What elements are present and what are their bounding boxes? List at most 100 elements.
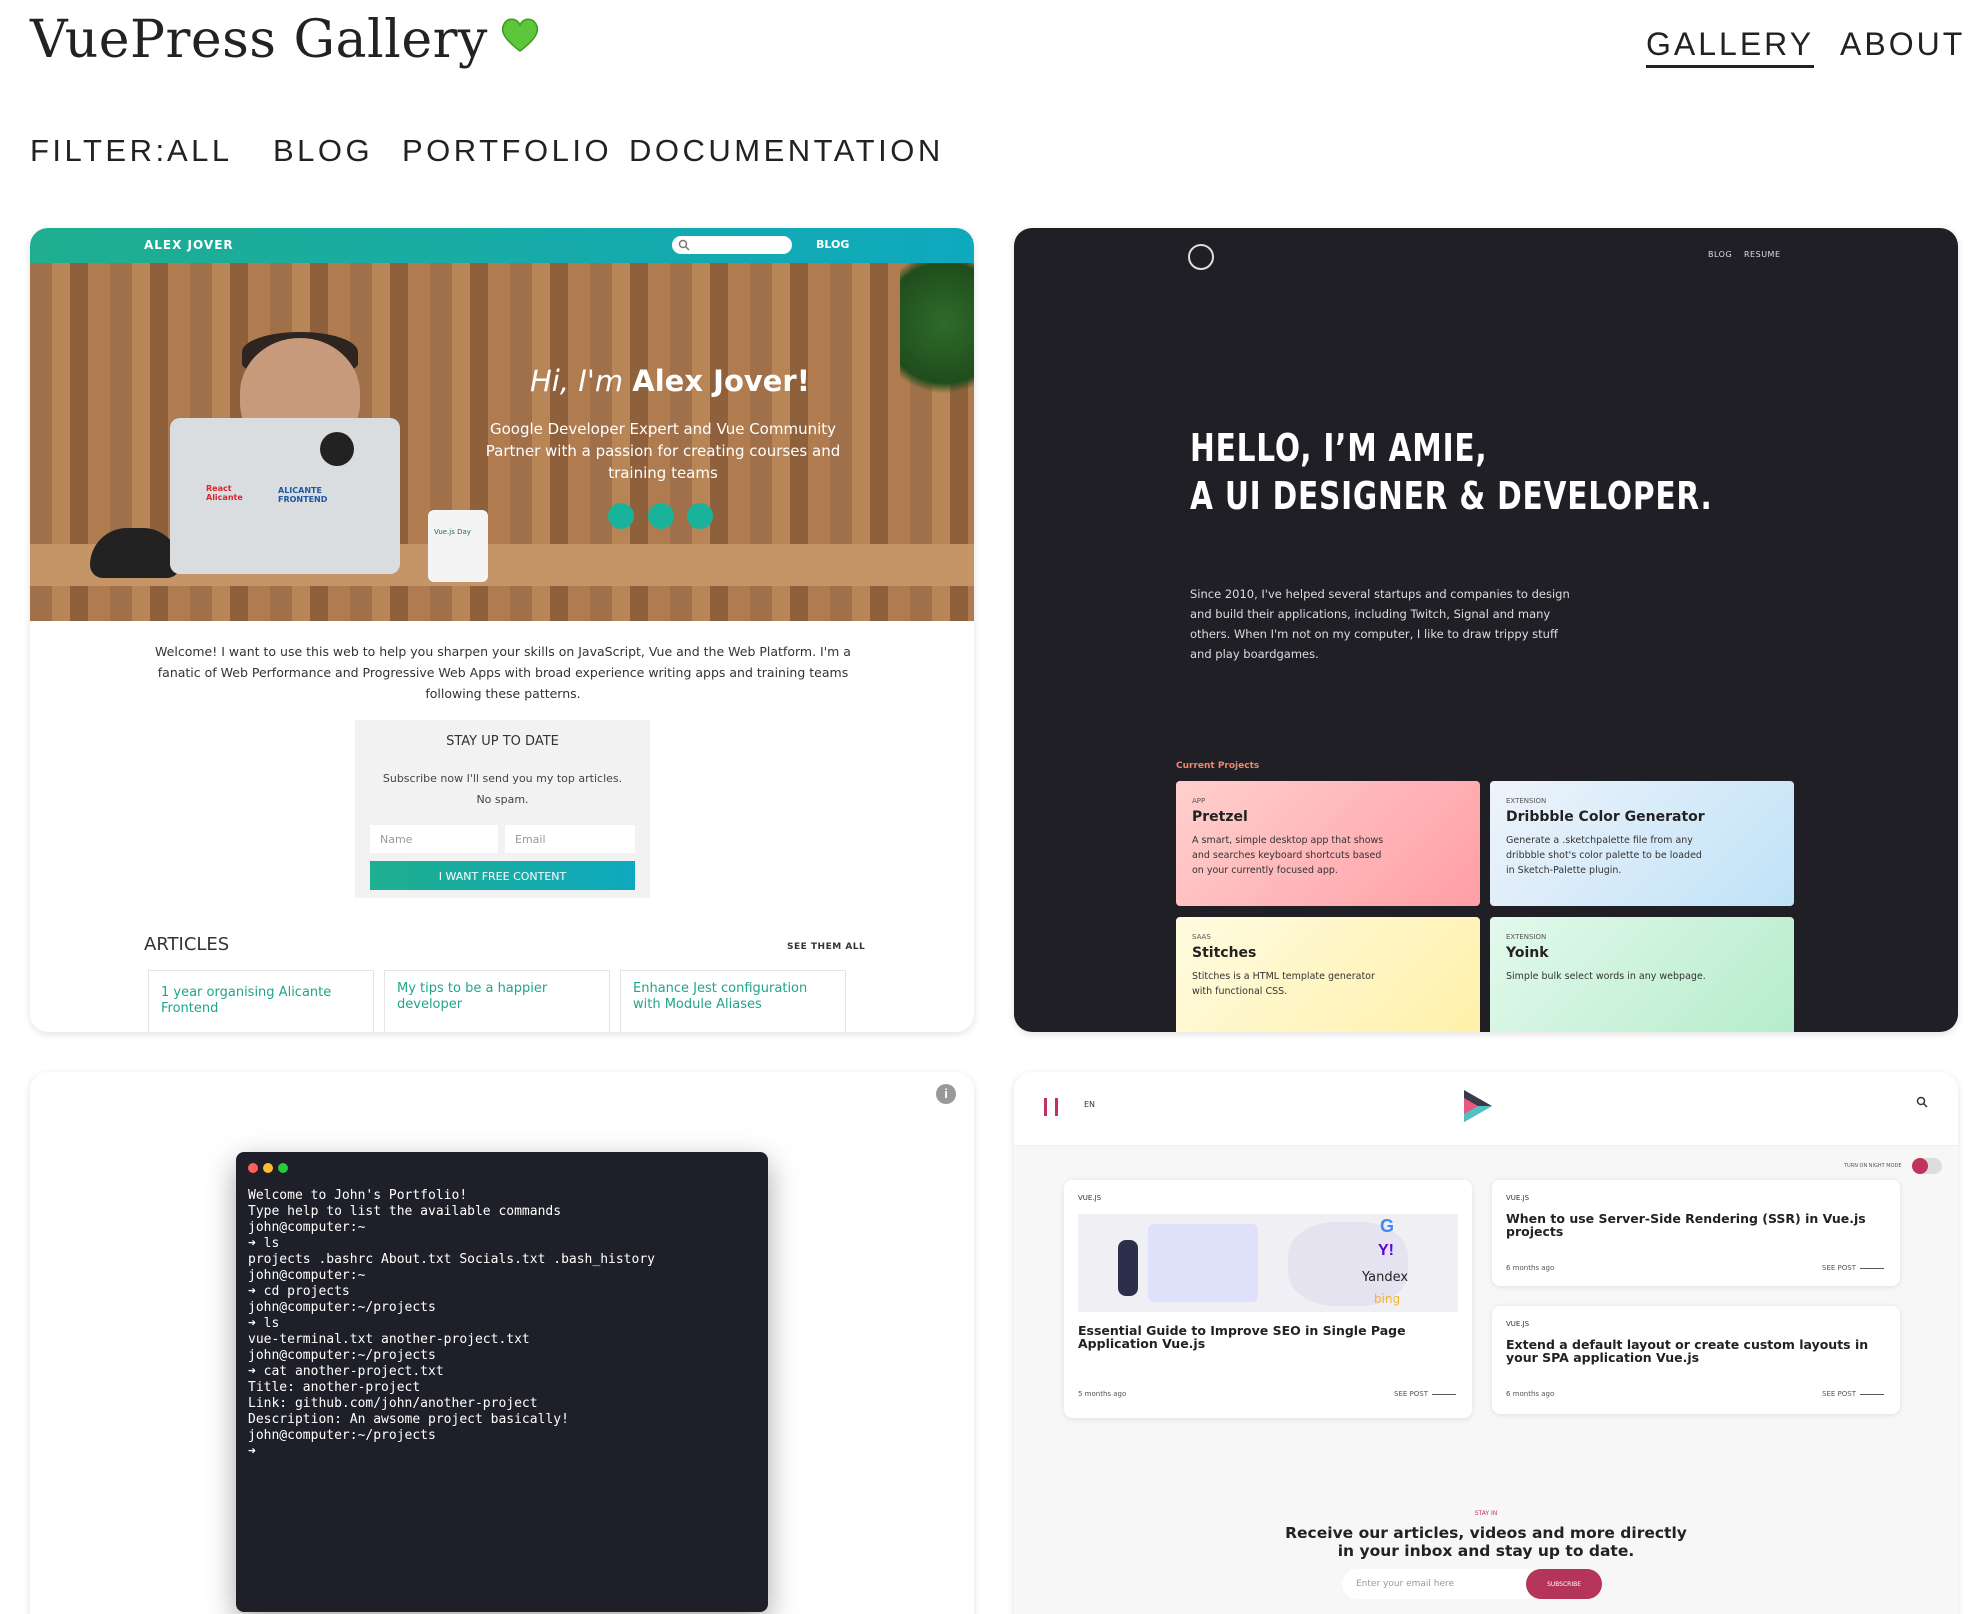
project-card: EXTENSION Dribbble Color Generator Gener… <box>1490 781 1794 906</box>
terminal-line: ➜ <box>248 1444 256 1459</box>
terminal-line: john@computer:~/projects <box>248 1300 436 1315</box>
project-card: EXTENSION Yoink Simple bulk select words… <box>1490 917 1794 1032</box>
amie-nav-blog: BLOG <box>1708 250 1733 259</box>
terminal-line: john@computer:~/projects <box>248 1348 436 1363</box>
newsletter-line-1: Receive our articles, videos and more di… <box>1285 1524 1687 1542</box>
gallery-card-vue-blog[interactable]: EN TURN ON NIGHT MODE VUE.JS G Y! Yandex… <box>1014 1072 1958 1614</box>
post-tag: VUE.JS <box>1078 1194 1102 1202</box>
amie-headline-1: HELLO, I’M AMIE, <box>1190 426 1488 470</box>
article-card: 1 year organising Alicante Frontend <box>148 970 374 1032</box>
project-desc: Generate a .sketchpalette file from any … <box>1506 835 1702 876</box>
project-name: Pretzel <box>1192 809 1248 825</box>
site-title[interactable]: VuePress Gallery <box>30 10 540 70</box>
see-post-link: SEE POST <box>1822 1264 1856 1272</box>
post-illustration: G Y! Yandex bing <box>1078 1214 1458 1312</box>
filter-all[interactable]: ALL <box>167 133 233 169</box>
post-card: VUE.JS When to use Server-Side Rendering… <box>1492 1180 1900 1286</box>
projects-label: Current Projects <box>1176 761 1260 771</box>
post-card: VUE.JS Extend a default layout or create… <box>1492 1306 1900 1414</box>
hero-greeting: Hi, I'm <box>530 364 624 398</box>
see-post-link: SEE POST <box>1394 1390 1428 1398</box>
night-mode-toggle <box>1912 1158 1942 1174</box>
post-title: Extend a default layout or create custom… <box>1506 1337 1869 1365</box>
close-dot-icon <box>248 1163 258 1173</box>
filter-label: FILTER: <box>30 133 168 168</box>
laptop: React Alicante ALICANTE FRONTEND <box>170 418 400 574</box>
react-sticker: React Alicante <box>206 484 243 502</box>
plant <box>900 263 974 413</box>
post-title: Essential Guide to Improve SEO in Single… <box>1078 1323 1406 1351</box>
terminal-line: Type help to list the available commands <box>248 1204 562 1219</box>
gallery-card-terminal-portfolio[interactable]: i Welcome to John's Portfolio! Type help… <box>30 1072 974 1614</box>
arrow-icon <box>1432 1394 1456 1395</box>
terminal-output: Welcome to John's Portfolio! Type help t… <box>248 1188 655 1460</box>
article-title: Enhance Jest configuration with Module A… <box>633 981 808 1012</box>
nav-about[interactable]: ABOUT <box>1840 26 1965 63</box>
terminal-line: Link: github.com/john/another-project <box>248 1396 538 1411</box>
project-name: Dribbble Color Generator <box>1506 809 1705 825</box>
subscribe-text: Subscribe now I'll send you my top artic… <box>382 772 623 806</box>
terminal-line: john@computer:~ <box>248 1268 366 1283</box>
logo-icon <box>1188 244 1214 270</box>
filter-documentation[interactable]: DOCUMENTATION <box>629 133 944 169</box>
google-icon: G <box>1380 1216 1395 1236</box>
yahoo-icon: Y! <box>1378 1242 1394 1259</box>
maximize-dot-icon <box>278 1163 288 1173</box>
arrow-icon <box>1860 1394 1884 1395</box>
minimize-dot-icon <box>263 1163 273 1173</box>
name-input: Name <box>370 825 498 853</box>
nav-gallery[interactable]: GALLERY <box>1646 26 1815 68</box>
mug-text: Vue.js Day <box>434 528 471 536</box>
bing-label: bing <box>1374 1292 1401 1306</box>
post-age: 6 months ago <box>1506 1264 1555 1272</box>
terminal-line: john@computer:~/projects <box>248 1428 436 1443</box>
octocat-sticker <box>320 432 354 466</box>
project-desc: Stitches is a HTML template generator wi… <box>1192 971 1375 997</box>
articles-title: ARTICLES <box>144 934 230 955</box>
article-title: My tips to be a happier developer <box>397 981 548 1012</box>
article-card: My tips to be a happier developer <box>384 970 610 1032</box>
headphones <box>90 528 180 578</box>
project-kind: SAAS <box>1192 933 1211 941</box>
subscribe-box: STAY UP TO DATE Subscribe now I'll send … <box>355 720 650 898</box>
article-title: 1 year organising Alicante Frontend <box>161 985 332 1016</box>
search-icon <box>678 239 690 251</box>
site-search-input <box>672 236 792 254</box>
terminal-line: ➜ ls <box>248 1316 280 1331</box>
terminal-line: ➜ cd projects <box>248 1284 350 1299</box>
filter-portfolio[interactable]: PORTFOLIO <box>402 133 612 169</box>
twitter-icon <box>608 503 634 529</box>
post-tag: VUE.JS <box>1506 1320 1530 1328</box>
info-icon[interactable]: i <box>936 1084 956 1104</box>
project-card: SAAS Stitches Stitches is a HTML templat… <box>1176 917 1480 1032</box>
green-heart-icon <box>501 18 539 52</box>
alicante-sticker: ALICANTE FRONTEND <box>278 486 328 504</box>
post-title: When to use Server-Side Rendering (SSR) … <box>1506 1211 1866 1239</box>
search-icon <box>1916 1096 1928 1108</box>
article-card: Enhance Jest configuration with Module A… <box>620 970 846 1032</box>
linkedin-icon <box>687 503 713 529</box>
post-age: 6 months ago <box>1506 1390 1555 1398</box>
post-card: VUE.JS G Y! Yandex bing Essential Guide … <box>1064 1180 1472 1418</box>
filter-blog[interactable]: BLOG <box>273 133 373 169</box>
language-selector: EN <box>1084 1100 1096 1109</box>
site-nav-blog: BLOG <box>816 238 850 251</box>
free-content-button: I WANT FREE CONTENT <box>370 861 635 890</box>
gallery-card-amie[interactable]: BLOG RESUME HELLO, I’M AMIE, A UI DESIGN… <box>1014 228 1958 1032</box>
stay-label: STAY IN <box>1474 1510 1498 1517</box>
amie-nav-resume: RESUME <box>1744 250 1781 259</box>
email-input: Email <box>505 825 635 853</box>
terminal-line: ➜ ls <box>248 1236 280 1251</box>
newsletter-line-2: in your inbox and stay up to date. <box>1337 1542 1635 1560</box>
terminal-line: Welcome to John's Portfolio! <box>248 1188 468 1203</box>
amie-bio: Since 2010, I've helped several startups… <box>1190 587 1570 661</box>
arrow-icon <box>1860 1268 1884 1269</box>
project-kind: EXTENSION <box>1506 797 1547 805</box>
night-mode-label: TURN ON NIGHT MODE <box>1844 1163 1902 1169</box>
project-name: Stitches <box>1192 945 1257 961</box>
gallery-card-alex-jover[interactable]: ALEX JOVER BLOG React Alicante ALICANTE … <box>30 228 974 1032</box>
subscribe-button: SUBSCRIBE <box>1526 1569 1602 1599</box>
terminal-line: ➜ cat another-project.txt <box>248 1364 444 1379</box>
github-icon <box>648 503 674 529</box>
subscribe-title: STAY UP TO DATE <box>446 734 559 749</box>
